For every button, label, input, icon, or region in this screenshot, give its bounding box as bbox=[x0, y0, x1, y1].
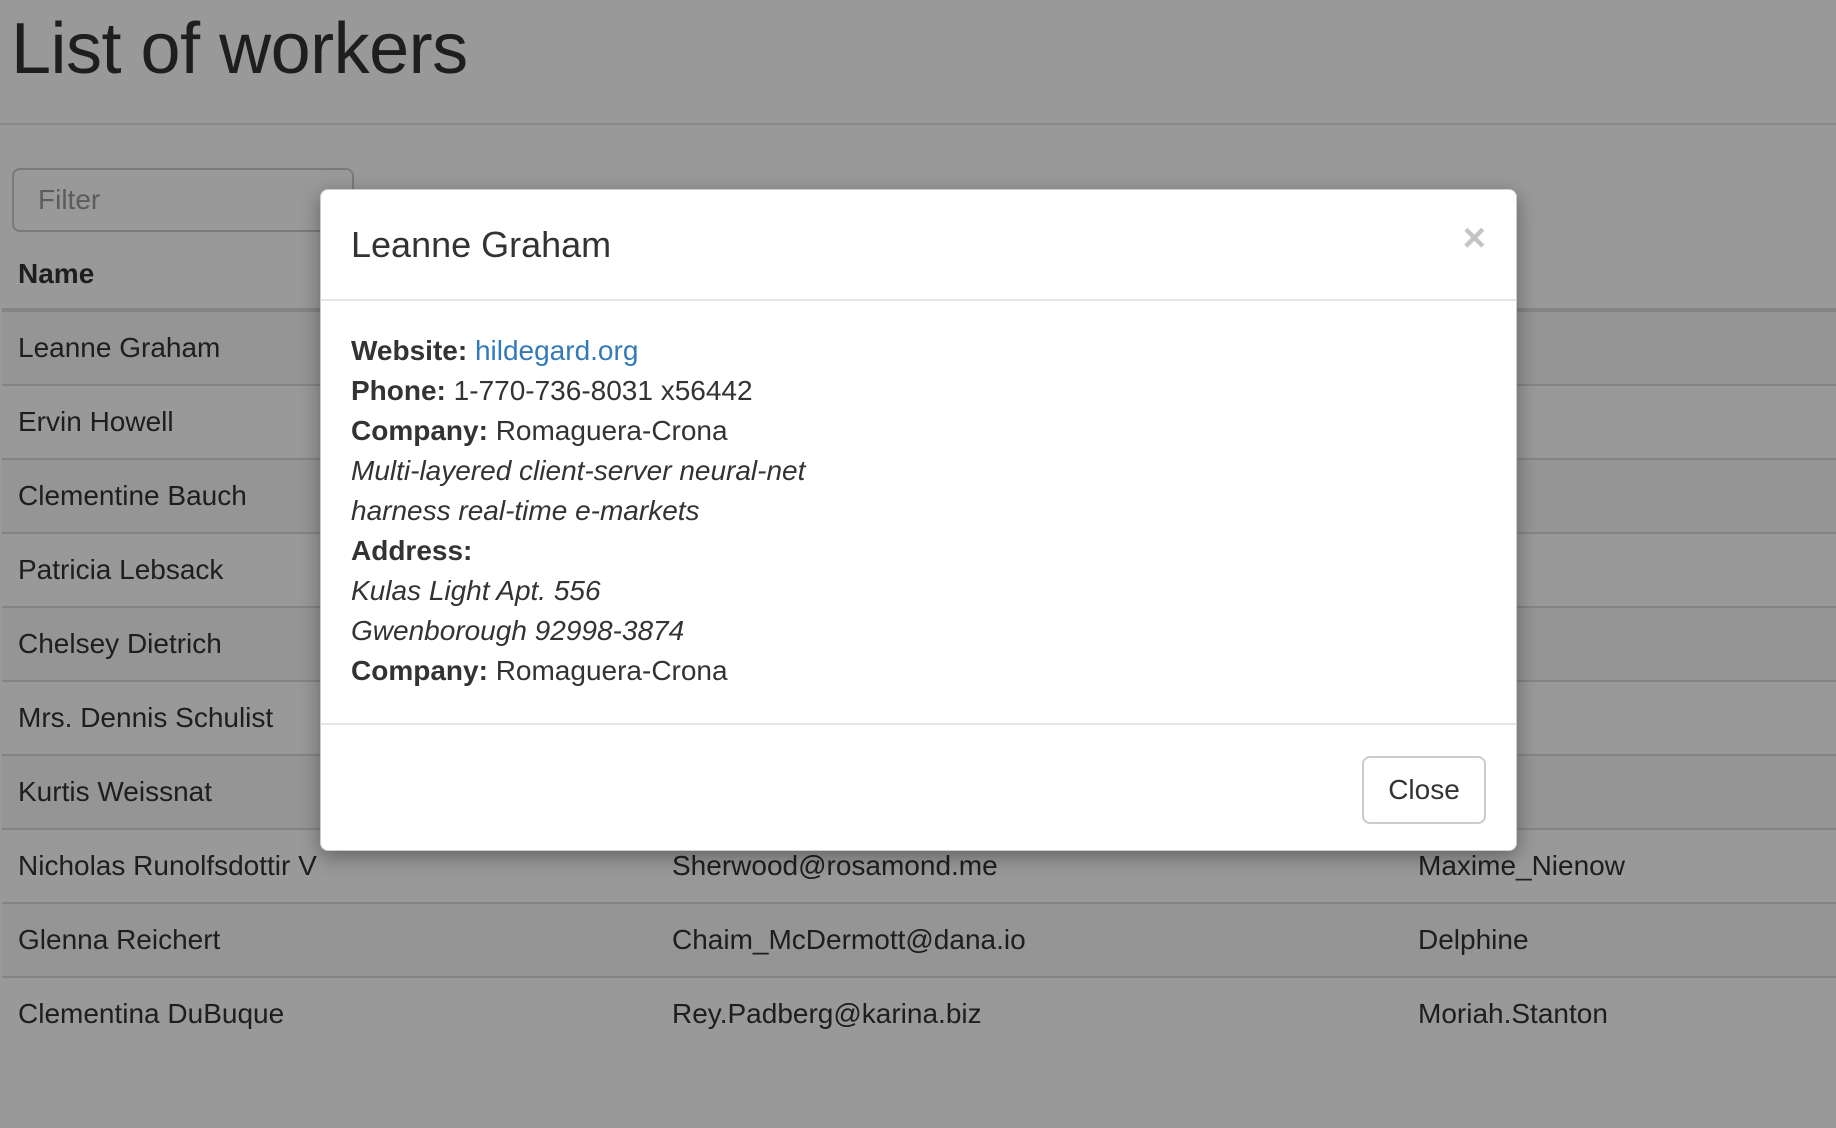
modal-title: Leanne Graham bbox=[351, 224, 612, 265]
company-label-2: Company: bbox=[351, 655, 488, 686]
company-value-2: Romaguera-Crona bbox=[495, 655, 728, 686]
address-city: Gwenborough 92998-3874 bbox=[351, 615, 685, 646]
company-value: Romaguera-Crona bbox=[495, 415, 728, 446]
close-button[interactable]: Close bbox=[1362, 756, 1486, 824]
company-row-2: Company: Romaguera-Crona bbox=[351, 651, 805, 691]
phone-row: Phone: 1-770-736-8031 x56442 bbox=[351, 371, 805, 411]
worker-details-modal: Leanne Graham × Website: hildegard.org P… bbox=[320, 189, 1517, 851]
company-bs: harness real-time e-markets bbox=[351, 495, 700, 526]
company-row: Company: Romaguera-Crona bbox=[351, 411, 805, 451]
address-street: Kulas Light Apt. 556 bbox=[351, 575, 601, 606]
company-label: Company: bbox=[351, 415, 488, 446]
modal-footer: Close bbox=[321, 723, 1516, 852]
address-label: Address: bbox=[351, 535, 473, 566]
website-link[interactable]: hildegard.org bbox=[475, 335, 638, 366]
website-row: Website: hildegard.org bbox=[351, 331, 805, 371]
close-icon[interactable]: × bbox=[1463, 216, 1486, 260]
company-catch-phrase: Multi-layered client-server neural-net bbox=[351, 455, 806, 486]
website-label: Website: bbox=[351, 335, 468, 366]
phone-value: 1-770-736-8031 x56442 bbox=[453, 375, 753, 406]
modal-body: Website: hildegard.org Phone: 1-770-736-… bbox=[351, 331, 805, 691]
modal-header: Leanne Graham × bbox=[321, 190, 1516, 301]
phone-label: Phone: bbox=[351, 375, 446, 406]
